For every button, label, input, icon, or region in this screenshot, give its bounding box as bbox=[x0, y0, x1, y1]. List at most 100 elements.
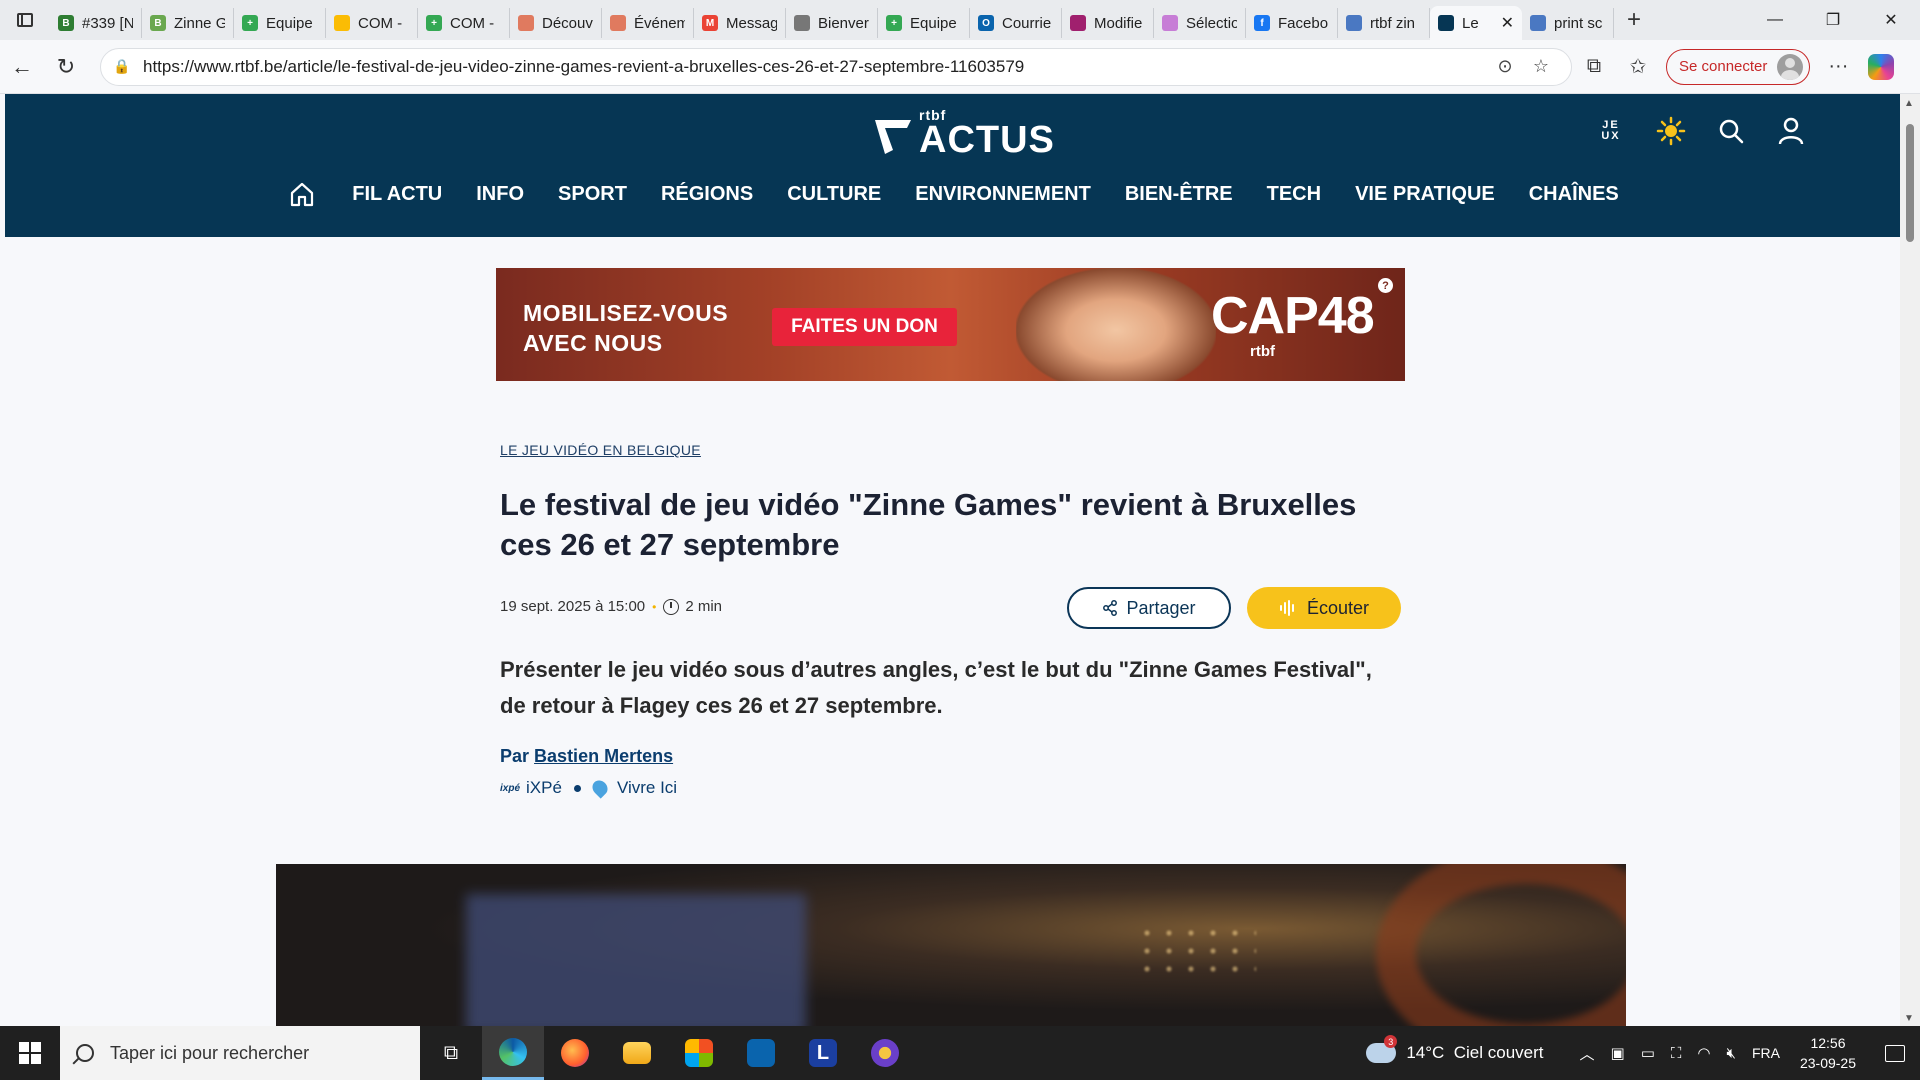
battery-icon[interactable]: ▭ bbox=[1641, 1044, 1655, 1062]
site-header: rtbf ACTUS JE UX FIL ACTU INFO SPORT RÉG… bbox=[5, 94, 1900, 237]
browser-tab[interactable]: + Equipe bbox=[234, 8, 326, 38]
nav-sport[interactable]: SPORT bbox=[558, 183, 627, 206]
tab-favicon-icon bbox=[794, 15, 810, 31]
tab-actions-icon bbox=[17, 13, 33, 27]
taskbar-l-app[interactable]: L bbox=[792, 1026, 854, 1080]
nav-bien-etre[interactable]: BIEN-ÊTRE bbox=[1125, 183, 1233, 206]
back-button[interactable]: ← bbox=[0, 47, 44, 87]
browser-tab[interactable]: Bienver bbox=[786, 8, 878, 38]
ad-donate-button[interactable]: FAITES UN DON bbox=[772, 308, 957, 346]
more-menu-icon[interactable]: ··· bbox=[1816, 47, 1860, 87]
browser-tab[interactable]: M Messag bbox=[694, 8, 786, 38]
address-bar[interactable]: 🔒 https://www.rtbf.be/article/le-festiva… bbox=[100, 47, 1572, 86]
taskbar-edge[interactable] bbox=[482, 1026, 544, 1080]
nav-environnement[interactable]: ENVIRONNEMENT bbox=[915, 183, 1091, 206]
browser-tab[interactable]: B Zinne G bbox=[142, 8, 234, 38]
hero-blur-screen bbox=[466, 894, 806, 1026]
wifi-icon[interactable]: ◠ bbox=[1697, 1044, 1710, 1062]
tab-title: Equipe bbox=[910, 14, 957, 32]
browser-tab[interactable]: print sc bbox=[1522, 8, 1614, 38]
main-navigation: FIL ACTU INFO SPORT RÉGIONS CULTURE ENVI… bbox=[5, 154, 1900, 234]
copilot-icon[interactable] bbox=[1868, 53, 1895, 80]
listen-button[interactable]: Écouter bbox=[1247, 587, 1401, 629]
nav-tech[interactable]: TECH bbox=[1267, 183, 1321, 206]
reading-mode-icon[interactable]: ⊙ bbox=[1487, 56, 1523, 77]
taskbar-clock[interactable]: 12:56 23-09-25 bbox=[1800, 1033, 1856, 1073]
tag-vivre-ici[interactable]: Vivre Ici bbox=[617, 778, 677, 798]
favorites-icon[interactable]: ✩ bbox=[1616, 47, 1660, 87]
language-indicator[interactable]: FRA bbox=[1752, 1045, 1780, 1061]
browser-tab[interactable]: f Facebo bbox=[1246, 8, 1338, 38]
games-button[interactable]: JE UX bbox=[1592, 112, 1630, 150]
extensions-icon[interactable]: ⧉ bbox=[1572, 47, 1616, 87]
taskbar-vpn[interactable] bbox=[854, 1026, 916, 1080]
nav-info[interactable]: INFO bbox=[476, 183, 524, 206]
article-hero-image bbox=[276, 864, 1626, 1026]
signin-label: Se connecter bbox=[1679, 58, 1768, 75]
onedrive-icon[interactable]: ⛶ bbox=[1671, 1045, 1682, 1062]
nav-chaines[interactable]: CHAÎNES bbox=[1529, 183, 1619, 206]
volume-muted-icon[interactable]: 🔇︎ bbox=[1727, 1045, 1736, 1062]
start-button[interactable] bbox=[0, 1026, 60, 1080]
weather-widget[interactable]: 3 14°C Ciel couvert bbox=[1366, 1035, 1544, 1063]
hero-blur-arc bbox=[1376, 864, 1626, 1026]
new-tab-button[interactable]: + bbox=[1614, 0, 1654, 40]
tab-actions-button[interactable] bbox=[0, 0, 50, 40]
browser-tab[interactable]: + COM - bbox=[418, 8, 510, 38]
tag-ixpe[interactable]: iXPé bbox=[526, 778, 562, 798]
browser-tab[interactable]: rtbf zin bbox=[1338, 8, 1430, 38]
nav-culture[interactable]: CULTURE bbox=[787, 183, 881, 206]
scroll-down-icon[interactable]: ▼ bbox=[1904, 1013, 1914, 1024]
share-button[interactable]: Partager bbox=[1067, 587, 1231, 629]
refresh-button[interactable]: ↻ bbox=[44, 47, 88, 87]
browser-tab[interactable]: Événem bbox=[602, 8, 694, 38]
scroll-up-icon[interactable]: ▲ bbox=[1904, 98, 1914, 109]
weather-button[interactable] bbox=[1652, 112, 1690, 150]
taskbar-explorer[interactable] bbox=[606, 1026, 668, 1080]
ad-info-icon[interactable]: ? bbox=[1378, 278, 1393, 293]
taskbar-outlook[interactable] bbox=[730, 1026, 792, 1080]
outlook-icon bbox=[747, 1039, 775, 1067]
url-text[interactable]: https://www.rtbf.be/article/le-festival-… bbox=[143, 57, 1487, 77]
tray-chevron-icon[interactable]: ︿ bbox=[1580, 1043, 1595, 1064]
browser-tab[interactable]: COM - bbox=[326, 8, 418, 38]
tab-title: Facebo bbox=[1278, 14, 1329, 32]
taskbar-firefox[interactable] bbox=[544, 1026, 606, 1080]
search-button[interactable] bbox=[1712, 112, 1750, 150]
taskbar-search[interactable]: Taper ici pour rechercher bbox=[60, 1026, 420, 1080]
cap48-ad-banner[interactable]: MOBILISEZ-VOUS AVEC NOUS FAITES UN DON C… bbox=[496, 268, 1405, 381]
taskbar-store[interactable] bbox=[668, 1026, 730, 1080]
browser-tab[interactable]: Modifie bbox=[1062, 8, 1154, 38]
nav-regions[interactable]: RÉGIONS bbox=[661, 183, 753, 206]
page-scrollbar[interactable]: ▲ ▼ bbox=[1900, 94, 1920, 1026]
minimize-button[interactable]: — bbox=[1746, 0, 1804, 40]
task-view-button[interactable]: ⧉ bbox=[420, 1026, 482, 1080]
tab-favicon-icon bbox=[518, 15, 534, 31]
browser-tab[interactable]: Découv bbox=[510, 8, 602, 38]
signin-button[interactable]: Se connecter bbox=[1666, 48, 1811, 85]
site-info-icon[interactable]: 🔒 bbox=[113, 58, 131, 76]
browser-tab[interactable]: B #339 [N bbox=[50, 8, 142, 38]
article-kicker[interactable]: LE JEU VIDÉO EN BELGIQUE bbox=[500, 442, 701, 458]
home-icon[interactable] bbox=[289, 181, 315, 207]
author-link[interactable]: Bastien Mertens bbox=[534, 746, 673, 766]
browser-tab[interactable]: O Courrie bbox=[970, 8, 1062, 38]
browser-tab-active[interactable]: Le ✕ bbox=[1430, 6, 1522, 40]
listen-label: Écouter bbox=[1306, 597, 1370, 618]
nav-vie-pratique[interactable]: VIE PRATIQUE bbox=[1355, 183, 1495, 206]
restore-button[interactable]: ❐ bbox=[1804, 0, 1862, 40]
tab-title: Sélectio bbox=[1186, 14, 1237, 32]
audio-wave-icon bbox=[1279, 600, 1294, 616]
notifications-button[interactable] bbox=[1870, 1026, 1920, 1080]
browser-tab[interactable]: Sélectio bbox=[1154, 8, 1246, 38]
scrollbar-thumb[interactable] bbox=[1906, 124, 1914, 242]
meet-icon[interactable]: ▣ bbox=[1611, 1044, 1625, 1062]
close-window-button[interactable]: ✕ bbox=[1862, 0, 1920, 40]
tab-title: print sc bbox=[1554, 14, 1603, 32]
account-button[interactable] bbox=[1772, 112, 1810, 150]
close-tab-icon[interactable]: ✕ bbox=[1501, 13, 1514, 33]
rtbf-actus-logo[interactable]: rtbf ACTUS bbox=[871, 108, 1055, 159]
browser-tab[interactable]: + Equipe bbox=[878, 8, 970, 38]
nav-fil-actu[interactable]: FIL ACTU bbox=[352, 183, 442, 206]
favorite-star-icon[interactable]: ☆ bbox=[1523, 56, 1559, 77]
